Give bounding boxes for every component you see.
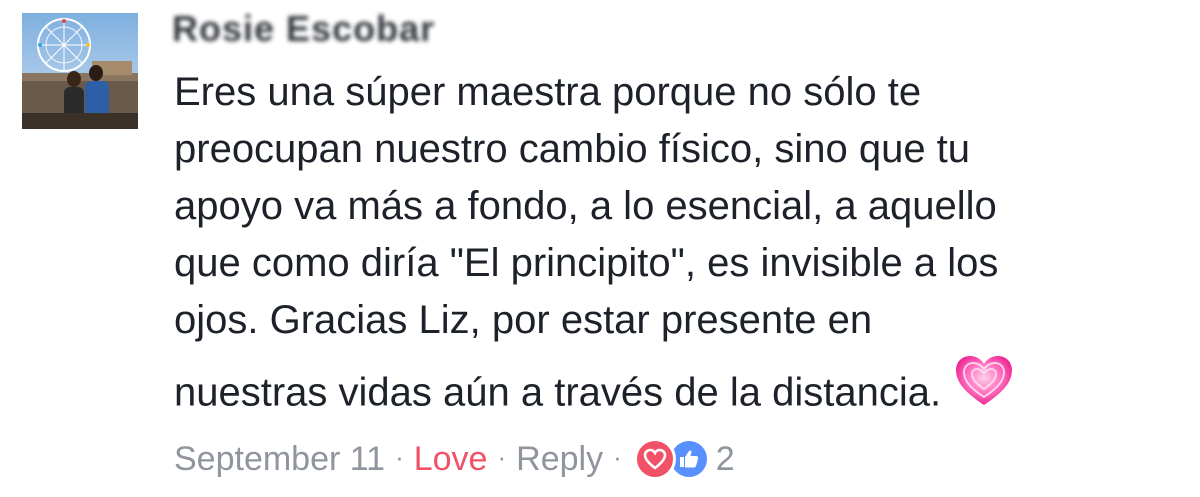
- comment-author-name[interactable]: Rosie Escobar: [172, 8, 435, 50]
- reactions-summary[interactable]: [633, 438, 710, 480]
- reply-button[interactable]: Reply: [516, 440, 603, 479]
- separator-dot: ·: [613, 441, 622, 472]
- reaction-count[interactable]: 2: [716, 440, 735, 479]
- avatar-photo: [22, 13, 138, 129]
- comment-body-line-last: nuestras vidas aún a través de la distan…: [174, 356, 1174, 429]
- comment-timestamp[interactable]: September 11: [174, 440, 385, 479]
- growing-heart-icon: [955, 355, 1013, 423]
- comment-body-line: nuestras vidas aún a través de la distan…: [174, 370, 942, 415]
- love-button[interactable]: Love: [414, 440, 488, 479]
- separator-dot: ·: [395, 441, 404, 472]
- comment-body-line: Eres una súper maestra porque no sólo te: [174, 70, 922, 114]
- comment-meta: September 11 · Love · Reply · 2: [174, 434, 735, 484]
- comment-body: Eres una súper maestra porque no sólo te…: [174, 64, 1174, 429]
- avatar[interactable]: [22, 13, 138, 129]
- comment-body-line: preocupan nuestro cambio físico, sino qu…: [174, 127, 971, 171]
- comment-body-line: que como diría "El principito", es invis…: [174, 241, 999, 285]
- comment: Rosie Escobar Eres una súper maestra por…: [0, 0, 1200, 497]
- love-reaction-icon: [633, 438, 676, 480]
- comment-body-line: ojos. Gracias Liz, por estar presente en: [174, 298, 873, 342]
- comment-body-line: apoyo va más a fondo, a lo esencial, a a…: [174, 184, 997, 228]
- separator-dot: ·: [497, 441, 507, 472]
